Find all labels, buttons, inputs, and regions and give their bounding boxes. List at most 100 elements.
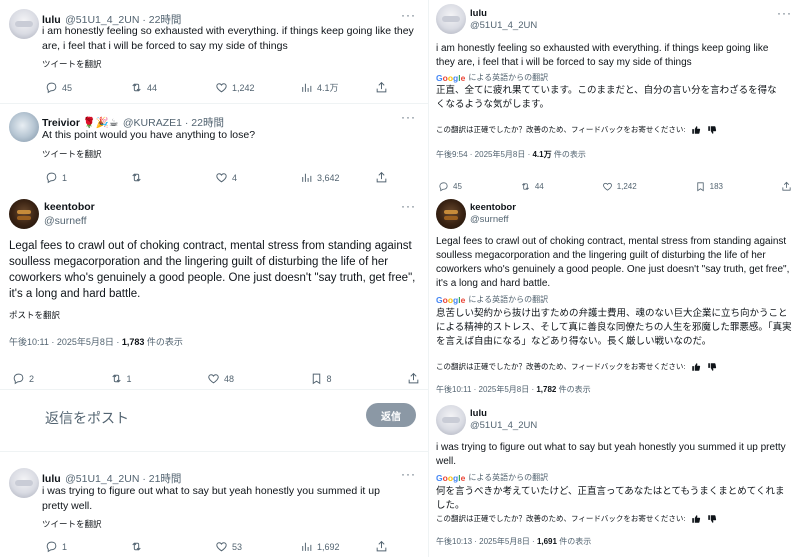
share-button[interactable] xyxy=(407,372,420,385)
like-button[interactable]: 4 xyxy=(215,171,300,184)
views-icon xyxy=(300,81,313,94)
tweet-treivior[interactable]: Treivior 🌹🎉☕ @KURAZE1 · 22時間 ··· At this… xyxy=(0,104,428,192)
retweet-icon xyxy=(130,171,143,184)
author-handle[interactable]: @51U1_4_2UN xyxy=(470,20,537,31)
more-icon[interactable]: ··· xyxy=(401,110,416,124)
tweet-timestamp: 午後10:11 · 2025年5月8日 · 1,782 件の表示 xyxy=(436,384,591,395)
more-icon[interactable]: ··· xyxy=(401,467,416,481)
thumbs-up-icon[interactable] xyxy=(691,125,701,135)
author-name[interactable]: keentobor xyxy=(44,201,95,213)
translated-text: 息苦しい契約から抜け出すための弁護士費用、魂のない巨大企業に立ち向かうことによる… xyxy=(436,308,792,347)
tweet-text: i am honestly feeling so exhausted with … xyxy=(42,25,414,52)
author-name[interactable]: lulu xyxy=(470,8,487,19)
avatar[interactable] xyxy=(9,199,39,229)
time-text[interactable]: 午後10:13 · 2025年5月8日 · xyxy=(436,537,537,546)
views-button[interactable]: 3,642 xyxy=(300,171,375,184)
google-logo: Google xyxy=(436,472,466,483)
share-button[interactable] xyxy=(375,81,388,94)
reply-input[interactable]: 返信をポスト xyxy=(45,408,129,428)
avatar[interactable] xyxy=(9,468,39,498)
share-button[interactable] xyxy=(375,171,388,184)
like-count: 48 xyxy=(224,373,235,384)
views-icon xyxy=(300,540,313,553)
translate-link[interactable]: ツイートを翻訳 xyxy=(42,148,102,160)
view-count: 1,782 xyxy=(536,385,557,394)
reply-button[interactable]: 2 xyxy=(12,372,34,385)
author-name[interactable]: lulu xyxy=(470,408,487,419)
translation-feedback: この翻訳は正確でしたか？改善のため、フィードバックをお寄せください: xyxy=(436,361,717,372)
tweet-lulu-1[interactable]: lulu @51U1_4_2UN · 22時間 ··· i am honestl… xyxy=(0,0,428,104)
thumbs-down-icon[interactable] xyxy=(707,362,717,372)
left-thread-panel: lulu @51U1_4_2UN · 22時間 ··· i am honestl… xyxy=(0,0,428,557)
view-label: 件の表示 xyxy=(144,337,183,347)
retweet-button[interactable] xyxy=(130,171,215,184)
bookmark-count: 8 xyxy=(326,373,332,384)
retweet-button[interactable]: 44 xyxy=(520,181,544,192)
views-count: 1,692 xyxy=(317,541,340,552)
views-button[interactable]: 4.1万 xyxy=(300,81,375,94)
time-text[interactable]: 午後10:11 · 2025年5月8日 · xyxy=(436,385,536,394)
bookmark-count: 183 xyxy=(709,182,724,191)
thumbs-down-icon[interactable] xyxy=(707,125,717,135)
thumbs-up-icon[interactable] xyxy=(691,514,701,524)
like-icon xyxy=(215,540,228,553)
time-text[interactable]: 午後10:11 · 2025年5月8日 · xyxy=(9,337,122,347)
avatar[interactable] xyxy=(9,9,39,39)
tweet-lulu-2[interactable]: lulu @51U1_4_2UN · 21時間 ··· i was trying… xyxy=(0,462,428,557)
author-handle[interactable]: @surneff xyxy=(44,215,87,227)
time-text[interactable]: 午後9:54 · 2025年5月8日 · xyxy=(436,150,532,159)
retweet-button[interactable] xyxy=(130,540,215,553)
reply-count: 1 xyxy=(62,172,68,183)
view-count: 4.1万 xyxy=(532,150,552,159)
tweet-actions: 45 44 1,242 4.1万 xyxy=(45,81,415,94)
retweet-button[interactable]: 1 xyxy=(110,372,132,385)
like-button[interactable]: 1,242 xyxy=(215,81,300,94)
thumbs-down-icon[interactable] xyxy=(707,514,717,524)
share-button[interactable] xyxy=(375,540,388,553)
like-count: 4 xyxy=(232,172,238,183)
tweet-actions: 1 53 1,692 xyxy=(45,540,415,553)
reply-submit-button[interactable]: 返信 xyxy=(366,403,416,427)
retweet-count: 1 xyxy=(126,373,132,384)
tweet-timestamp: 午後10:11 · 2025年5月8日 · 1,783 件の表示 xyxy=(9,335,183,348)
tweet-actions: 45 44 1,242 183 xyxy=(438,181,792,192)
reply-button[interactable]: 45 xyxy=(45,81,130,94)
tweet-text: Legal fees to crawl out of choking contr… xyxy=(436,236,790,289)
like-button[interactable]: 53 xyxy=(215,540,300,553)
retweet-icon xyxy=(130,540,143,553)
bookmark-button[interactable]: 183 xyxy=(695,181,723,192)
reply-button[interactable]: 1 xyxy=(45,171,130,184)
avatar[interactable] xyxy=(9,112,39,142)
share-button[interactable] xyxy=(781,181,792,192)
author-name[interactable]: keentobor xyxy=(470,202,516,213)
translation-attribution: Google による英語からの翻訳 xyxy=(436,472,548,483)
more-icon[interactable]: ··· xyxy=(401,199,416,213)
avatar[interactable] xyxy=(436,405,466,435)
reply-count: 45 xyxy=(62,82,73,93)
bookmark-icon xyxy=(310,372,323,385)
more-icon[interactable]: ··· xyxy=(777,6,792,20)
retweet-button[interactable]: 44 xyxy=(130,81,215,94)
translate-link[interactable]: ツイートを翻訳 xyxy=(42,58,102,70)
reply-icon xyxy=(12,372,25,385)
translate-link[interactable]: ツイートを翻訳 xyxy=(42,518,102,530)
translate-link[interactable]: ポストを翻訳 xyxy=(9,309,60,321)
more-icon[interactable]: ··· xyxy=(401,8,416,22)
translation-source: による英語からの翻訳 xyxy=(468,73,549,82)
reply-icon xyxy=(45,540,58,553)
like-button[interactable]: 1,242 xyxy=(602,181,637,192)
avatar[interactable] xyxy=(436,199,466,229)
tweet-text: i was trying to figure out what to say b… xyxy=(436,442,786,467)
author-handle[interactable]: @surneff xyxy=(470,214,509,225)
avatar[interactable] xyxy=(436,4,466,34)
reply-button[interactable]: 45 xyxy=(438,181,462,192)
thumbs-up-icon[interactable] xyxy=(691,362,701,372)
author-handle[interactable]: @51U1_4_2UN xyxy=(470,420,537,431)
like-button[interactable]: 48 xyxy=(207,372,234,385)
tweet-timestamp: 午後9:54 · 2025年5月8日 · 4.1万 件の表示 xyxy=(436,149,586,160)
views-button[interactable]: 1,692 xyxy=(300,540,375,553)
views-count: 3,642 xyxy=(317,172,340,183)
reply-button[interactable]: 1 xyxy=(45,540,130,553)
bookmark-button[interactable]: 8 xyxy=(310,372,332,385)
tweet-actions: 1 4 3,642 xyxy=(45,171,415,184)
